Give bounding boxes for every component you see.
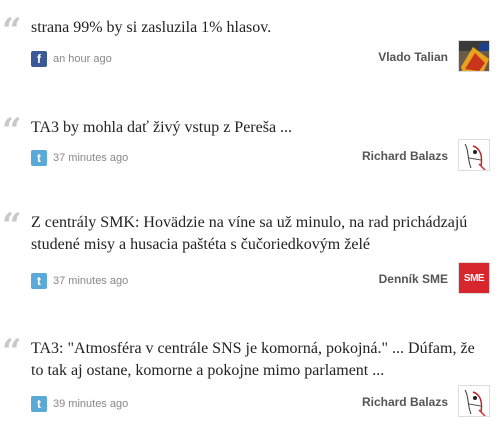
sme-logo: SME [463,272,485,284]
avatar[interactable] [458,385,490,417]
timestamp[interactable]: 37 minutes ago [53,275,128,287]
live-feed: “ strana 99% by si zasluzila 1% hlasov. … [0,0,502,426]
feed-item-text: TA3: "Atmosféra v centrále SNS je komorn… [31,340,475,379]
author-name[interactable]: Richard Balazs [362,149,448,163]
twitter-icon[interactable]: t [31,150,47,166]
avatar-sketch-icon [459,386,489,416]
quote-mark-icon: “ [2,111,22,151]
author-name[interactable]: Denník SME [379,272,448,286]
feed-item-meta: t 37 minutes ago [31,150,128,166]
feed-item: “ TA3 by mohla dať živý vstup z Pereša .… [0,114,502,174]
author-name[interactable]: Richard Balazs [362,395,448,409]
twitter-icon[interactable]: t [31,396,47,412]
avatar[interactable] [458,139,490,171]
quote-mark-icon: “ [2,332,22,372]
feed-item-meta: t 39 minutes ago [31,396,128,412]
feed-item-text: TA3 by mohla dať živý vstup z Pereša ... [31,119,293,136]
feed-item-meta: f an hour ago [31,51,112,67]
facebook-icon[interactable]: f [31,51,47,67]
avatar-sketch-icon [459,140,489,170]
author-name[interactable]: Vlado Talian [378,50,448,64]
feed-item: “ strana 99% by si zasluzila 1% hlasov. … [0,14,502,74]
quote-mark-icon: “ [2,11,22,51]
feed-item-text: strana 99% by si zasluzila 1% hlasov. [31,19,272,36]
feed-item: “ TA3: "Atmosféra v centrále SNS je komo… [0,335,502,417]
timestamp[interactable]: an hour ago [53,53,112,65]
avatar[interactable]: SME [458,262,490,294]
timestamp[interactable]: 37 minutes ago [53,152,128,164]
feed-item-meta: t 37 minutes ago [31,273,128,289]
quote-mark-icon: “ [2,206,22,246]
timestamp[interactable]: 39 minutes ago [53,398,128,410]
feed-item: “ Z centrály SMK: Hovädzie na víne sa už… [0,206,502,294]
twitter-icon[interactable]: t [31,273,47,289]
feed-item-text: Z centrály SMK: Hovädzie na víne sa už m… [31,214,468,253]
avatar-photo-icon [459,41,489,71]
avatar[interactable] [458,40,490,72]
